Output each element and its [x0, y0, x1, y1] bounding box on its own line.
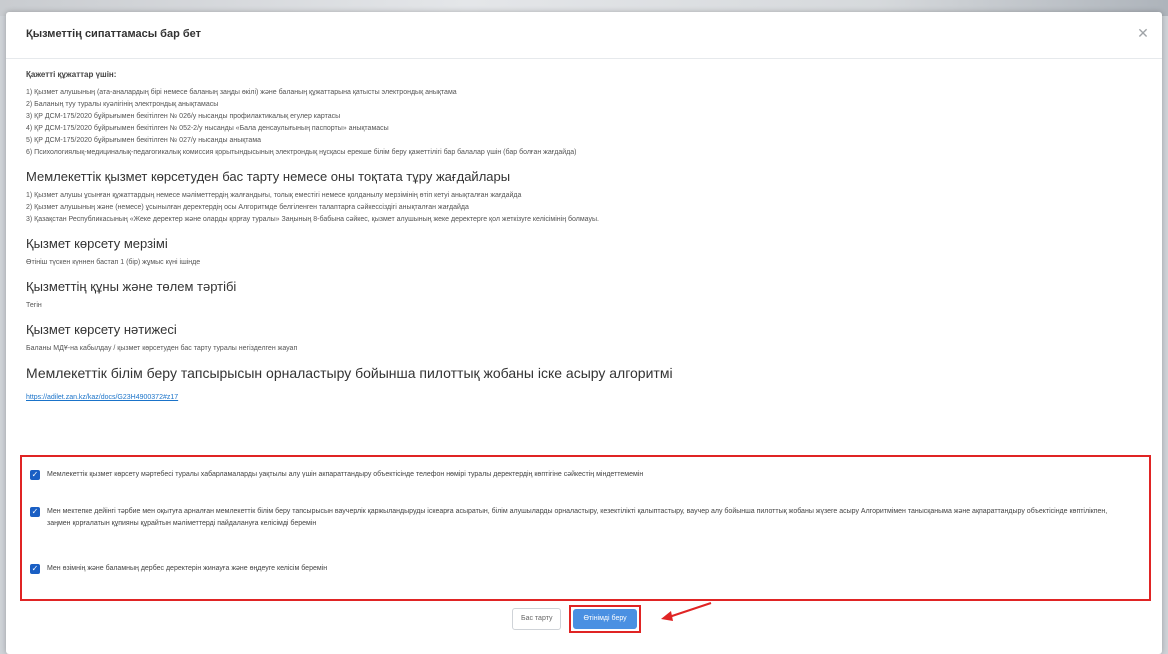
annotation-arrow-icon [661, 602, 712, 621]
cost-text: Тегін [26, 302, 42, 309]
service-term-title: Қызмет көрсету мерзімі [26, 236, 168, 251]
refusal-line: 1) Қызмет алушы ұсынған құжаттардың неме… [26, 192, 522, 199]
refusal-line: 3) Қазақстан Республикасының «Жеке дерек… [26, 216, 599, 223]
checkbox-checked-icon[interactable]: ✓ [30, 507, 40, 517]
document-line: 2) Баланың туу туралы куәлігінің электро… [26, 101, 219, 108]
result-text: Баланы МДҰ-на кабылдау / қызмет көрсетуд… [26, 345, 298, 352]
consent-text: Мен өзімнің және баламның дербес деректе… [47, 565, 328, 572]
consent-text: Мен мектепке дейінгі тәрбие мен оқытуға … [47, 508, 1108, 527]
refusal-section-title: Мемлекеттік қызмет көрсетуден бас тарту … [26, 169, 511, 184]
consents-highlight-box: ✓ Мемлекеттік қызмет көрсету мәртебесі т… [20, 455, 1151, 601]
modal-content: Қажетті құжаттар үшін: 1) Қызмет алушыны… [26, 68, 1146, 404]
checkbox-checked-icon[interactable]: ✓ [30, 470, 40, 480]
consent-text: Мемлекеттік қызмет көрсету мәртебесі тур… [47, 471, 644, 478]
consent-row-1[interactable]: ✓ Мемлекеттік қызмет көрсету мәртебесі т… [30, 470, 1117, 481]
service-term-text: Өтініш түскен күннен бастап 1 (бір) жұмы… [26, 259, 201, 266]
algorithm-title: Мемлекеттік білім беру тапсырысын орнала… [26, 365, 673, 381]
document-line: 5) ҚР ДСМ-175/2020 бұйрығымен бекітілген… [26, 137, 262, 144]
cost-title: Қызметтің құны және төлем тәртібі [26, 279, 237, 294]
service-description-modal: Қызметтің сипаттамасы бар бет ✕ Қажетті … [6, 12, 1162, 654]
modal-header: Қызметтің сипаттамасы бар бет ✕ [6, 12, 1162, 59]
result-title: Қызмет көрсету нәтижесі [26, 322, 177, 337]
submit-highlight-box: Өтінімді беру [569, 605, 641, 633]
cancel-button[interactable]: Бас тарту [512, 608, 562, 630]
refusal-line: 2) Қызмет алушының және (немесе) ұсынылғ… [26, 204, 469, 211]
consent-row-3[interactable]: ✓ Мен өзімнің және баламның дербес дерек… [30, 564, 1117, 575]
submit-application-button[interactable]: Өтінімді беру [573, 609, 637, 629]
modal-footer-buttons: Бас тарту Өтінімді беру [512, 605, 641, 633]
checkbox-checked-icon[interactable]: ✓ [30, 564, 40, 574]
consent-row-2[interactable]: ✓ Мен мектепке дейінгі тәрбие мен оқытуғ… [30, 507, 1117, 530]
modal-title: Қызметтің сипаттамасы бар бет [26, 28, 201, 40]
document-line: 3) ҚР ДСМ-175/2020 бұйрығымен бекітілген… [26, 113, 341, 120]
algorithm-link[interactable]: https://adilet.zan.kz/kaz/docs/G23H49003… [26, 394, 178, 401]
documents-heading: Қажетті құжаттар үшін: [26, 70, 117, 79]
document-line: 1) Қызмет алушының (ата-аналардың бірі н… [26, 89, 457, 96]
document-line: 4) ҚР ДСМ-175/2020 бұйрығымен бекітілген… [26, 125, 389, 132]
document-line: 6) Психологиялық-медициналық-педагогикал… [26, 149, 577, 156]
close-icon[interactable]: ✕ [1134, 24, 1152, 42]
